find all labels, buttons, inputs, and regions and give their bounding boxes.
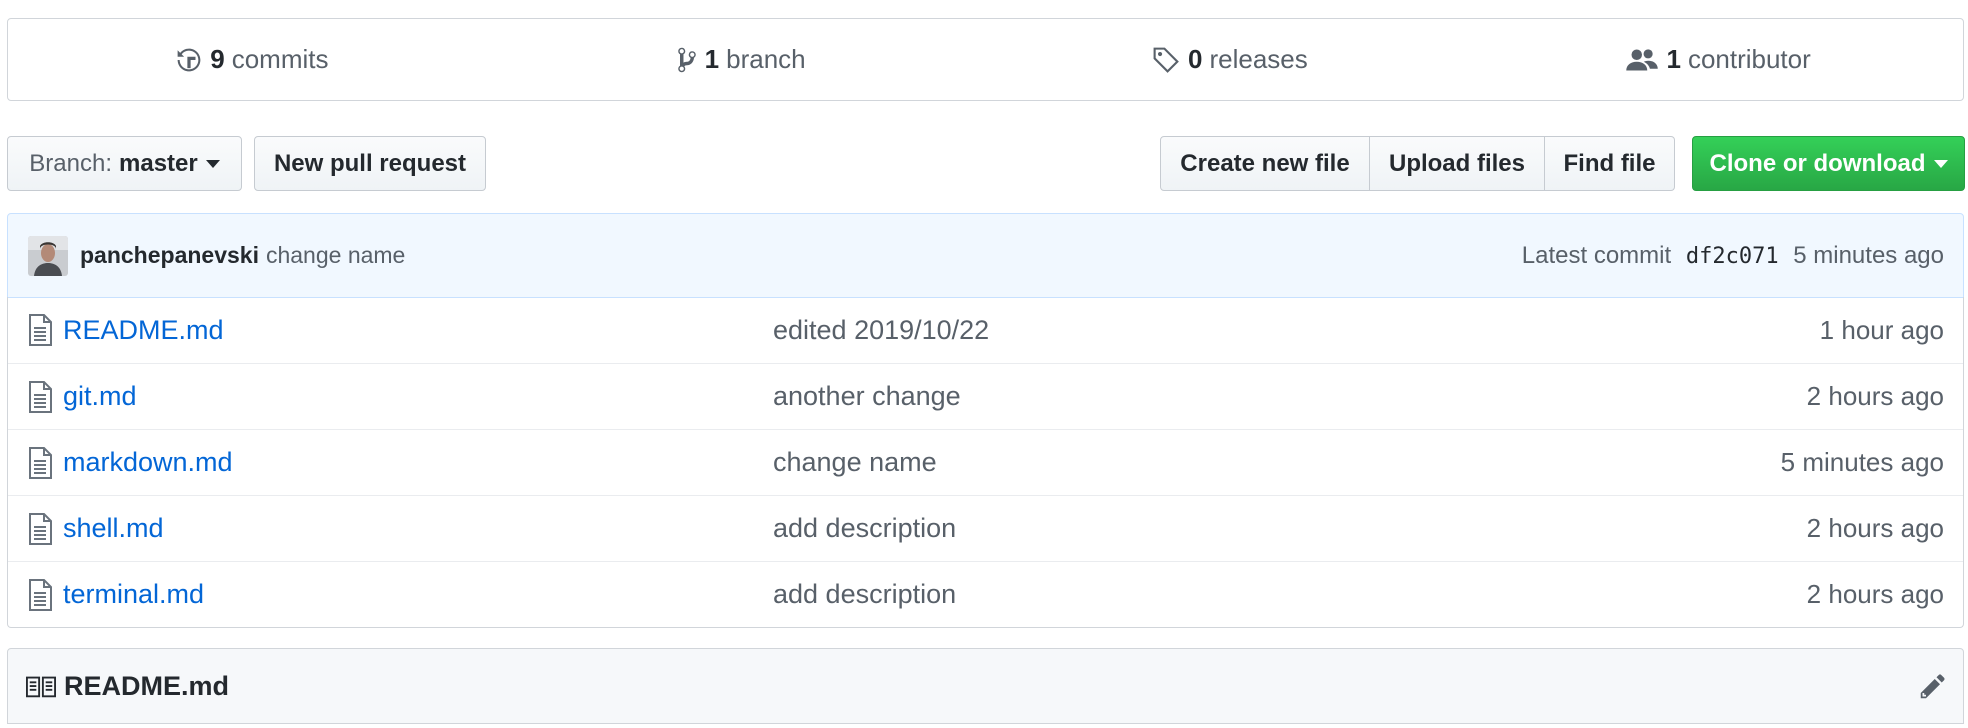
branch-name: master [119,149,198,177]
caret-down-icon [205,159,220,168]
file-name-link[interactable]: markdown.md [63,447,773,478]
file-commit-message[interactable]: add description [773,513,956,544]
branches-label: branch [726,44,806,74]
commits-label: commits [231,44,329,74]
releases-label: releases [1209,44,1308,74]
commit-age: 5 minutes ago [1793,241,1944,269]
file-age: 1 hour ago [1819,314,1944,345]
caret-down-icon [1933,159,1948,168]
avatar[interactable] [28,235,68,276]
contributors-link[interactable]: 1 contributor [1474,44,1963,75]
file-commit-message[interactable]: add description [773,579,956,610]
file-age: 2 hours ago [1806,513,1944,543]
file-commit-message[interactable]: change name [773,447,937,478]
commit-message[interactable]: change name [266,242,405,269]
contributors-label: contributor [1687,44,1811,74]
releases-count: 0 [1188,44,1203,74]
branch-prefix: Branch: [29,149,112,177]
file-commit-message[interactable]: edited 2019/10/22 [773,315,989,346]
readme-title: README.md [64,670,230,701]
branches-count: 1 [704,44,720,74]
clone-or-download-button[interactable]: Clone or download [1692,136,1965,191]
releases-link[interactable]: 0 releases [986,44,1475,75]
commit-meta: Latest commit df2c071 5 minutes ago [1522,242,1944,270]
file-icon [29,578,52,611]
file-name-link[interactable]: shell.md [63,513,773,544]
file-icon [29,314,52,346]
table-row: git.md another change 2 hours ago [8,363,1963,429]
commit-author[interactable]: panchepanevski [80,242,259,269]
new-pull-request-button[interactable]: New pull request [254,136,486,191]
contributors-count: 1 [1666,44,1681,74]
create-new-file-button[interactable]: Create new file [1160,136,1370,191]
file-icon [29,446,52,479]
file-name-link[interactable]: terminal.md [63,579,773,610]
commits-count: 9 [210,44,225,74]
people-icon [1626,48,1659,70]
avatar-image [28,235,68,276]
file-age: 2 hours ago [1806,579,1944,609]
file-icon [29,380,52,413]
table-row: shell.md add description 2 hours ago [8,495,1963,561]
file-icon [29,512,52,545]
table-row: markdown.md change name 5 minutes ago [8,429,1963,495]
file-name-link[interactable]: README.md [63,315,773,346]
table-row: README.md edited 2019/10/22 1 hour ago [8,297,1963,363]
file-list: README.md edited 2019/10/22 1 hour ago g… [7,297,1964,628]
latest-commit-label: Latest commit [1521,241,1672,269]
file-commit-message[interactable]: another change [773,381,961,412]
file-age: 5 minutes ago [1780,447,1944,477]
latest-commit-bar: panchepanevski change name Latest commit… [7,213,1964,298]
commit-sha[interactable]: df2c071 [1686,244,1779,269]
branch-select-button[interactable]: Branch: master [7,136,242,191]
pencil-icon[interactable] [1919,672,1947,700]
upload-files-button[interactable]: Upload files [1370,136,1545,191]
tag-icon [1153,47,1179,73]
commits-link[interactable]: 9 commits [8,44,497,75]
git-branch-icon [677,47,696,72]
history-icon [177,48,201,71]
table-row: terminal.md add description 2 hours ago [8,561,1963,627]
clone-or-download-label: Clone or download [1709,149,1926,177]
file-name-link[interactable]: git.md [63,381,773,412]
book-icon [26,676,56,698]
numbers-summary: 9 commits 1 branch 0 releases 1 contribu… [7,18,1964,101]
file-actions-group: Create new file Upload files Find file [1160,136,1675,191]
file-age: 2 hours ago [1806,381,1944,411]
readme-header: README.md [7,648,1964,724]
find-file-button[interactable]: Find file [1545,136,1675,191]
branches-link[interactable]: 1 branch [497,44,986,75]
